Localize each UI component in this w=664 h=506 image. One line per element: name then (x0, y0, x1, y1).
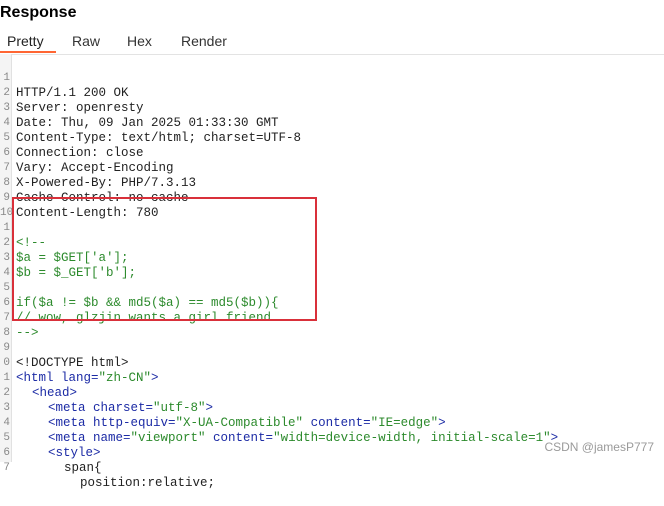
code-line: 3 Date: Thu, 09 Jan 2025 01:33:30 GMT (0, 86, 664, 130)
code-line: 5 <style> (0, 416, 664, 460)
highlight-box (12, 197, 317, 321)
tab-pretty[interactable]: Pretty (7, 33, 44, 49)
code-line: 8 Cache-Control: no-cache (0, 161, 664, 205)
code-line: 4 Content-Type: text/html; charset=UTF-8 (0, 101, 664, 145)
active-tab-indicator (0, 51, 56, 53)
response-panel-title: Response (0, 4, 77, 21)
code-line: 1 <head> (0, 356, 664, 400)
code-line: 2 Server: openresty (0, 71, 664, 115)
code-line: 9 Content-Length: 780 (0, 176, 664, 220)
code-line: 0 <html lang="zh-CN"> (0, 341, 664, 385)
code-line: 1 HTTP/1.1 200 OK (0, 56, 664, 100)
code-line: 3 <meta http-equiv="X-UA-Compatible" con… (0, 386, 664, 430)
code-line: 9 <!DOCTYPE html> (0, 326, 664, 370)
tab-raw[interactable]: Raw (72, 33, 100, 49)
tab-hex[interactable]: Hex (127, 33, 152, 49)
view-tabs: Pretty Raw Hex Render (0, 30, 664, 55)
code-line: 7 X-Powered-By: PHP/7.3.13 (0, 146, 664, 190)
code-line: 6 Vary: Accept-Encoding (0, 131, 664, 175)
line-number: 7 (3, 462, 10, 474)
code-line: 4 <meta name="viewport" content="width=d… (0, 401, 664, 445)
css-declaration: position:relative; (80, 476, 216, 490)
watermark: CSDN @jamesP777 (544, 440, 654, 454)
code-line: 2 <meta charset="utf-8"> (0, 371, 664, 415)
code-line: 5 Connection: close (0, 116, 664, 160)
tab-render[interactable]: Render (181, 33, 227, 49)
